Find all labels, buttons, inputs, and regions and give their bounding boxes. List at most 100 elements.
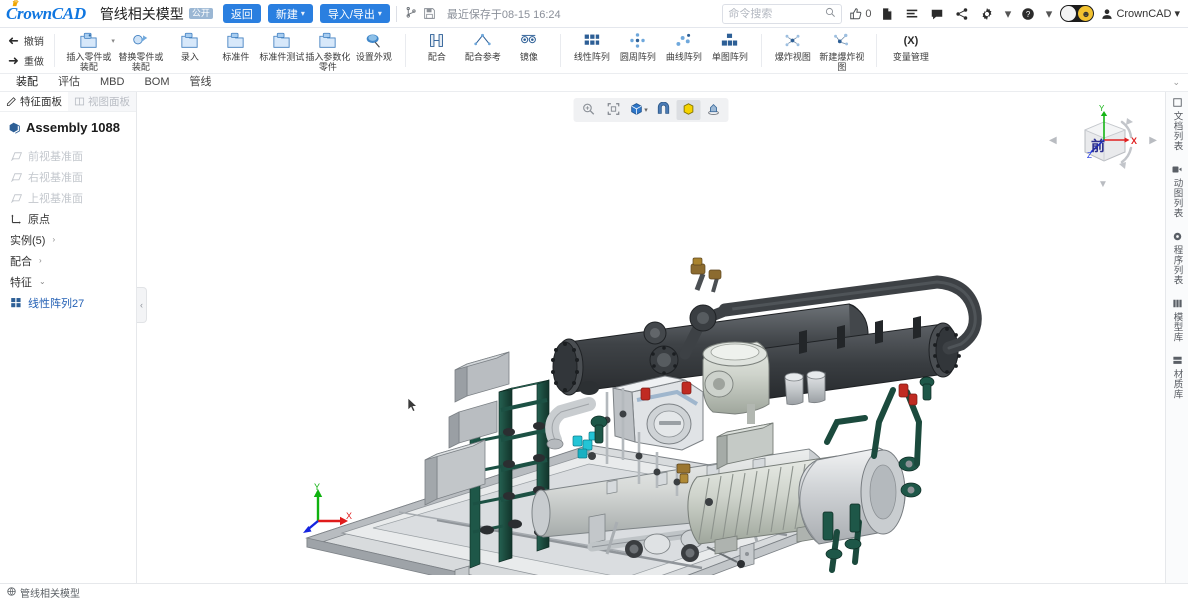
appearance-button[interactable] xyxy=(676,100,701,120)
expand-chevron-icon[interactable]: › xyxy=(39,256,42,265)
rail-item-document-list[interactable]: 文档列表 xyxy=(1166,98,1188,151)
ribbon-set-appearance[interactable]: 设置外观 xyxy=(351,28,397,73)
search-icon[interactable] xyxy=(825,7,836,21)
view-cube[interactable]: X Y Z 前 ◀ ▶ ▼ xyxy=(1049,102,1157,190)
viewport-3d[interactable]: ▾ X Y Z 前 ◀ ▶ ▼ Y X xyxy=(137,92,1165,583)
display-style-button[interactable]: ▾ xyxy=(627,100,651,120)
triad-label-y: Y xyxy=(314,483,320,492)
rail-item-program-list[interactable]: 程序列表 xyxy=(1166,232,1188,285)
help-icon[interactable]: ? xyxy=(1019,5,1037,23)
tab-bom[interactable]: BOM xyxy=(134,74,179,91)
exploded-view-icon xyxy=(783,31,802,50)
plane-icon xyxy=(10,149,23,162)
replace-part-icon xyxy=(131,31,150,50)
chevron-down-icon[interactable]: ▾ xyxy=(1044,5,1053,23)
document-title: 管线相关模型 xyxy=(99,5,184,22)
tree-node-label: 线性阵列27 xyxy=(28,297,85,310)
brand-text: ♛ CrownCAD xyxy=(6,0,86,24)
rail-item-model-library[interactable]: 模型库 xyxy=(1166,299,1188,342)
ribbon-entry[interactable]: 录入 xyxy=(167,28,213,73)
expand-chevron-icon[interactable]: ⌄ xyxy=(39,277,46,286)
back-button[interactable]: 返回 xyxy=(222,4,261,23)
compressor-skid-assembly-model[interactable] xyxy=(137,92,1165,583)
ribbon-sketch-pattern[interactable]: 单图阵列 xyxy=(707,28,753,73)
brand-logo[interactable]: ♛ CrownCAD xyxy=(6,0,86,24)
branch-icon[interactable] xyxy=(403,5,421,23)
ribbon-mate-reference[interactable]: 配合参考 xyxy=(460,28,506,73)
fit-screen-button[interactable] xyxy=(602,100,626,120)
tree-node-front-plane[interactable]: 前视基准面 xyxy=(6,145,130,166)
import-export-button[interactable]: 导入/导出 ▾ xyxy=(319,4,390,23)
new-exploded-view-icon xyxy=(832,31,851,50)
tree-node-origin[interactable]: 原点 xyxy=(6,208,130,229)
document-icon[interactable] xyxy=(878,5,896,23)
chevron-down-icon[interactable]: ▾ xyxy=(644,106,648,114)
viewcube-arrow-right[interactable]: ▶ xyxy=(1149,135,1157,146)
tab-piping[interactable]: 管线 xyxy=(180,74,222,91)
gear-icon[interactable] xyxy=(978,5,996,23)
theme-toggle[interactable]: ☻ xyxy=(1060,5,1095,22)
redo-label: 重做 xyxy=(23,57,44,68)
sun-icon: ☻ xyxy=(1078,6,1094,21)
tab-feature-panel[interactable]: 特征面板 xyxy=(0,92,68,111)
material-library-icon xyxy=(1172,356,1182,367)
redo-button[interactable]: ➜ 重做 xyxy=(8,53,44,69)
ribbon-replace-part[interactable]: 替换零件或装配 xyxy=(115,28,167,73)
viewcube-arrow-down[interactable]: ▼ xyxy=(1098,179,1108,190)
ribbon-curve-pattern[interactable]: 曲线阵列 xyxy=(661,28,707,73)
tree-node-linear-pattern-27[interactable]: 线性阵列27 xyxy=(6,292,130,313)
ribbon-collapse-toggle[interactable]: ⌄ xyxy=(1172,77,1188,88)
expand-chevron-icon[interactable]: › xyxy=(52,235,55,244)
user-menu[interactable]: CrownCAD ▾ xyxy=(1101,7,1180,20)
user-name: CrownCAD xyxy=(1116,7,1172,20)
undo-redo-group: ➜ 撤销 ➜ 重做 xyxy=(2,28,50,73)
ribbon-insert-part[interactable]: 插入零件或装配 ▾ xyxy=(63,28,115,73)
undo-button[interactable]: ➜ 撤销 xyxy=(8,33,44,49)
tab-view-panel[interactable]: 视图面板 xyxy=(68,92,136,111)
variable-x-icon: (X) xyxy=(903,34,919,47)
ribbon-mate[interactable]: 配合 xyxy=(414,28,460,73)
tree-node-instances[interactable]: 实例(5) › xyxy=(6,229,130,250)
ribbon-mirror[interactable]: 镜像 xyxy=(506,28,552,73)
tree-node-right-plane[interactable]: 右视基准面 xyxy=(6,166,130,187)
tab-evaluate[interactable]: 评估 xyxy=(48,74,90,91)
rail-item-material-library[interactable]: 材质库 xyxy=(1166,356,1188,399)
section-view-button[interactable] xyxy=(652,100,676,120)
ribbon-variable-management[interactable]: (X) 变量管理 xyxy=(885,28,937,73)
save-icon[interactable] xyxy=(421,5,439,23)
tree-node-mates[interactable]: 配合 › xyxy=(6,250,130,271)
status-text: 管线相关模型 xyxy=(20,588,80,600)
viewcube-face-label: 前 xyxy=(1091,138,1105,154)
tab-view-panel-label: 视图面板 xyxy=(88,96,130,108)
new-button[interactable]: 新建 ▾ xyxy=(267,4,313,23)
plane-icon xyxy=(10,191,23,204)
ribbon-standard-part[interactable]: 标准件 xyxy=(213,28,259,73)
ribbon-linear-pattern[interactable]: 线性阵列 xyxy=(569,28,615,73)
zoom-tool-button[interactable] xyxy=(577,100,601,120)
ribbon-standard-part-test[interactable]: 标准件测试 xyxy=(259,28,305,73)
ribbon-new-exploded-view[interactable]: 新建爆炸视图 xyxy=(816,28,868,73)
tab-mbd[interactable]: MBD xyxy=(90,74,134,91)
chevron-down-icon[interactable]: ▾ xyxy=(1003,5,1012,23)
viewcube-arrow-left[interactable]: ◀ xyxy=(1049,135,1057,146)
comment-icon[interactable] xyxy=(928,5,946,23)
rail-item-animation-list[interactable]: 动图列表 xyxy=(1166,165,1188,218)
tree-node-features[interactable]: 特征 ⌄ xyxy=(6,271,130,292)
tree-node-label: 原点 xyxy=(28,213,50,226)
ribbon-insert-parametric-part[interactable]: 插入参数化零件 xyxy=(305,28,351,73)
like-button[interactable]: 0 xyxy=(849,7,871,21)
tree-root-assembly[interactable]: Assembly 1088 xyxy=(6,120,130,135)
left-panel-collapse-handle[interactable]: ‹ xyxy=(137,287,147,323)
panel-tabs: 特征面板 视图面板 xyxy=(0,92,136,112)
scene-button[interactable] xyxy=(702,100,726,120)
share-icon[interactable] xyxy=(953,5,971,23)
search-box[interactable] xyxy=(722,3,843,24)
tab-assembly[interactable]: 装配 xyxy=(6,74,48,91)
divider xyxy=(760,34,762,67)
list-icon[interactable] xyxy=(903,5,921,23)
ribbon-circular-pattern[interactable]: 圆周阵列 xyxy=(615,28,661,73)
tree-node-top-plane[interactable]: 上视基准面 xyxy=(6,187,130,208)
ribbon-exploded-view[interactable]: 爆炸视图 xyxy=(770,28,816,73)
public-badge: 公开 xyxy=(188,7,213,20)
search-input[interactable] xyxy=(728,7,826,20)
